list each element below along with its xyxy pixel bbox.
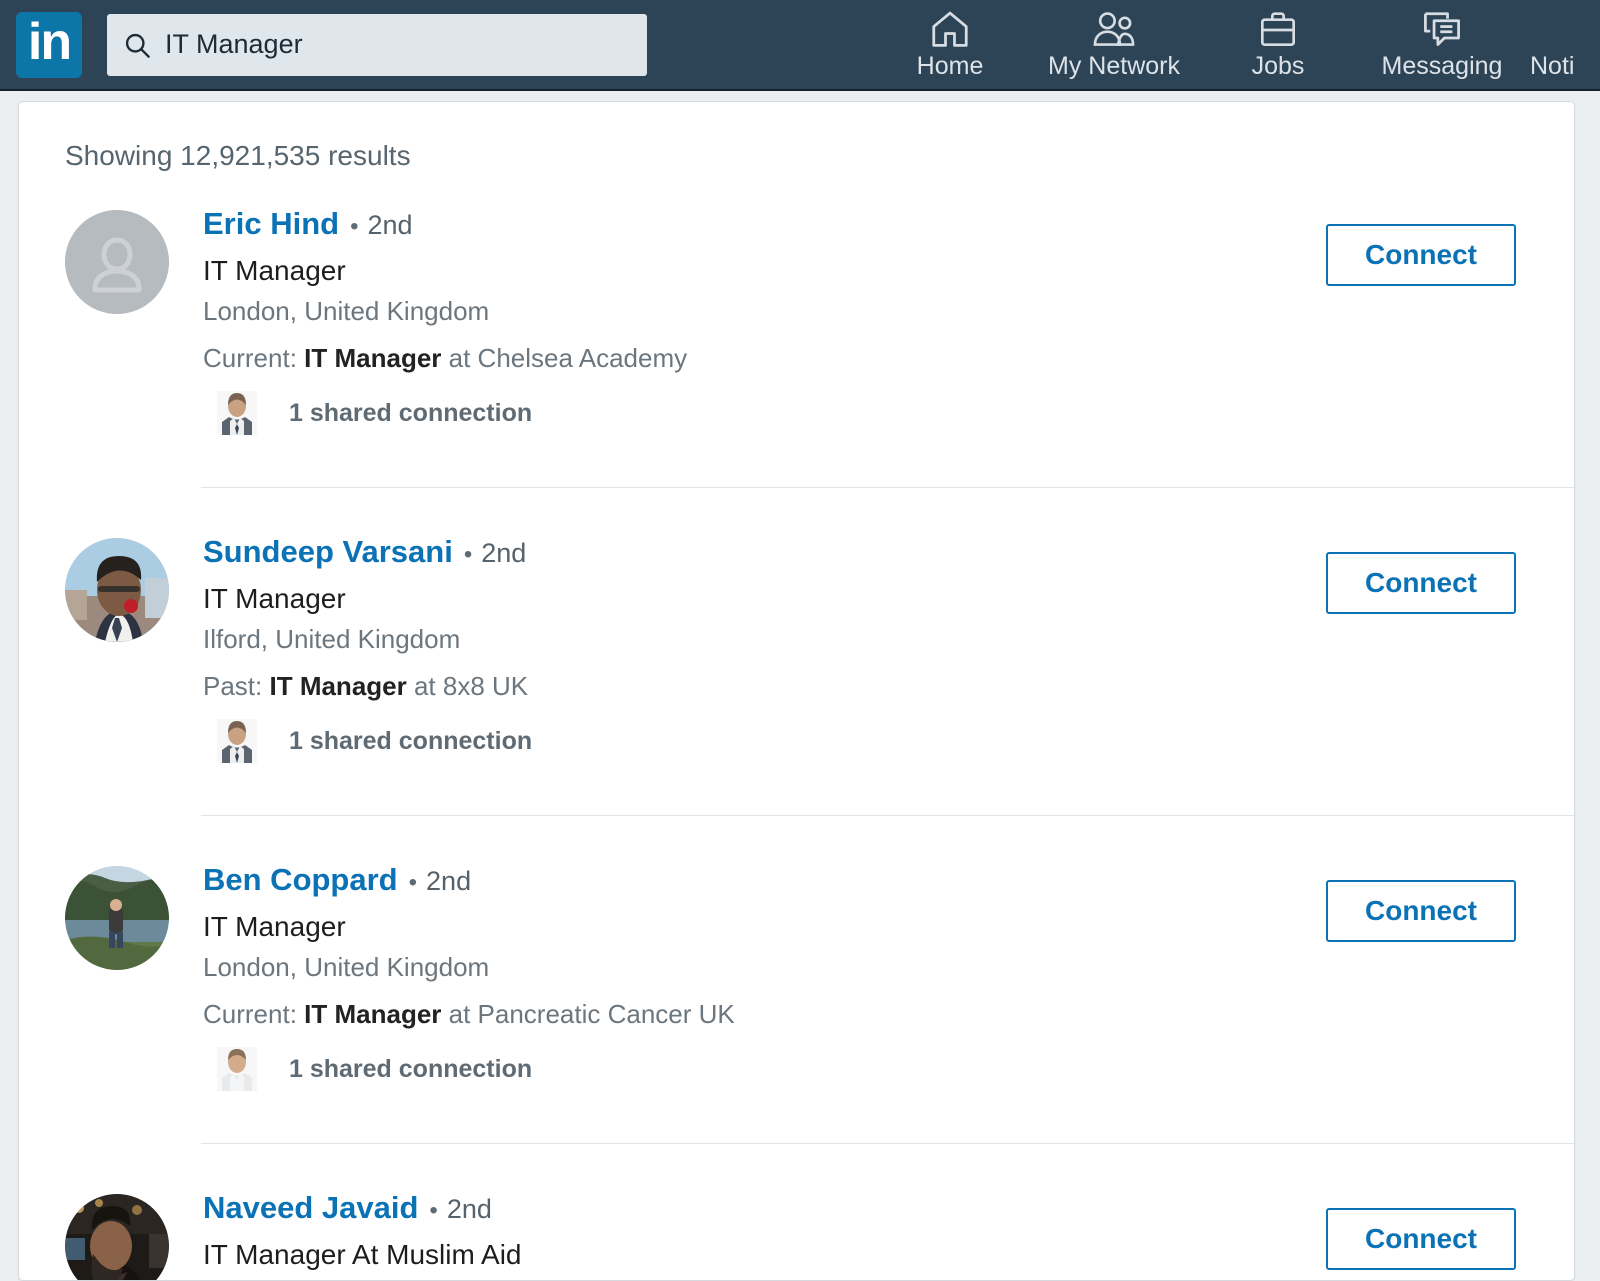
avatar[interactable] <box>65 538 169 642</box>
nav-item-my-network[interactable]: My Network <box>1026 7 1202 88</box>
nav-label-home: Home <box>916 52 984 80</box>
result-divider <box>201 487 1574 488</box>
person-location: London, United Kingdom <box>203 952 490 982</box>
top-navigation-bar: in Home <box>0 0 1600 91</box>
experience-highlight: IT Manager <box>304 999 442 1029</box>
person-name-link[interactable]: Sundeep Varsani <box>203 532 453 572</box>
person-placeholder-icon <box>65 210 169 314</box>
avatar[interactable] <box>65 210 169 314</box>
nav-item-jobs[interactable]: Jobs <box>1202 7 1354 88</box>
nav-label-messaging: Messaging <box>1381 52 1503 80</box>
connection-degree: 2nd <box>426 866 472 896</box>
profile-photo <box>65 866 169 970</box>
shared-connection-avatar <box>217 1047 257 1091</box>
result-item: Naveed Javaid • 2nd IT Manager At Muslim… <box>19 1188 1574 1280</box>
home-icon <box>929 7 971 51</box>
experience-suffix: at 8x8 UK <box>413 671 529 701</box>
nav-item-home[interactable]: Home <box>874 7 1026 88</box>
connection-degree: 2nd <box>367 210 413 240</box>
search-input[interactable] <box>165 29 615 60</box>
result-item: Eric Hind • 2nd IT Manager London, Unite… <box>19 204 1574 435</box>
shared-connection-avatar <box>217 391 257 435</box>
connection-degree: 2nd <box>446 1194 492 1224</box>
result-item: Ben Coppard • 2nd IT Manager London, Uni… <box>19 860 1574 1091</box>
person-experience: Past: IT Manager at 8x8 UK <box>203 667 1574 705</box>
avatar[interactable] <box>65 1194 169 1280</box>
person-name-link[interactable]: Ben Coppard <box>203 860 398 900</box>
person-name-link[interactable]: Naveed Javaid <box>203 1188 418 1228</box>
nav-label-notifications: Noti <box>1530 52 1575 80</box>
search-icon <box>123 31 151 59</box>
nav-label-my-network: My Network <box>1048 52 1180 80</box>
person-location: London, United Kingdom <box>203 1276 1574 1280</box>
shared-connection-count: 1 shared connection <box>289 398 533 427</box>
linkedin-logo-text: in <box>27 12 72 71</box>
shared-connection-avatar <box>217 719 257 763</box>
degree-separator: • <box>350 213 359 240</box>
experience-highlight: IT Manager <box>304 343 442 373</box>
shared-connections[interactable]: 1 shared connection <box>217 1047 1574 1091</box>
connection-degree: 2nd <box>481 538 527 568</box>
connect-button[interactable]: Connect <box>1326 880 1516 942</box>
shared-connections[interactable]: 1 shared connection <box>217 719 1574 763</box>
avatar[interactable] <box>65 866 169 970</box>
connect-button[interactable]: Connect <box>1326 224 1516 286</box>
connect-button[interactable]: Connect <box>1326 1208 1516 1270</box>
degree-separator: • <box>463 541 473 568</box>
experience-suffix: at Pancreatic Cancer UK <box>448 999 735 1029</box>
shared-connections[interactable]: 1 shared connection <box>217 391 1574 435</box>
shared-connection-count: 1 shared connection <box>289 1054 533 1083</box>
person-location: London, United Kingdom <box>203 296 490 326</box>
linkedin-logo[interactable]: in <box>16 11 82 78</box>
result-divider <box>201 815 1574 816</box>
profile-photo <box>65 538 169 642</box>
nav-item-messaging[interactable]: Messaging <box>1354 7 1530 88</box>
experience-prefix: Past: <box>203 671 263 701</box>
degree-separator: • <box>408 869 418 896</box>
search-box[interactable] <box>107 13 647 76</box>
person-experience: Current: IT Manager at Pancreatic Cancer… <box>203 995 1574 1033</box>
experience-prefix: Current: <box>203 999 297 1029</box>
degree-separator: • <box>429 1197 438 1224</box>
shared-connection-count: 1 shared connection <box>289 726 533 755</box>
results-count: Showing 12,921,535 results <box>65 140 411 171</box>
result-divider <box>201 1143 1574 1144</box>
result-item: Sundeep Varsani • 2nd IT Manager Ilford,… <box>19 532 1574 763</box>
nav-items: Home My Network Jobs Messaging Noti <box>874 0 1600 90</box>
people-icon <box>1091 7 1137 51</box>
nav-label-jobs: Jobs <box>1251 52 1305 80</box>
person-name-link[interactable]: Eric Hind <box>203 204 339 244</box>
experience-prefix: Current: <box>203 343 297 373</box>
briefcase-icon <box>1258 7 1298 51</box>
experience-highlight: IT Manager <box>269 671 407 701</box>
nav-item-notifications[interactable]: Noti <box>1530 7 1600 88</box>
search-results-panel: Showing 12,921,535 results Eric Hind • 2… <box>18 101 1575 1281</box>
person-experience: Current: IT Manager at Chelsea Academy <box>203 339 1574 377</box>
experience-suffix: at Chelsea Academy <box>448 343 688 373</box>
person-location: Ilford, United Kingdom <box>203 624 461 654</box>
message-icon <box>1421 7 1463 51</box>
profile-photo <box>65 1194 169 1280</box>
connect-button[interactable]: Connect <box>1326 552 1516 614</box>
